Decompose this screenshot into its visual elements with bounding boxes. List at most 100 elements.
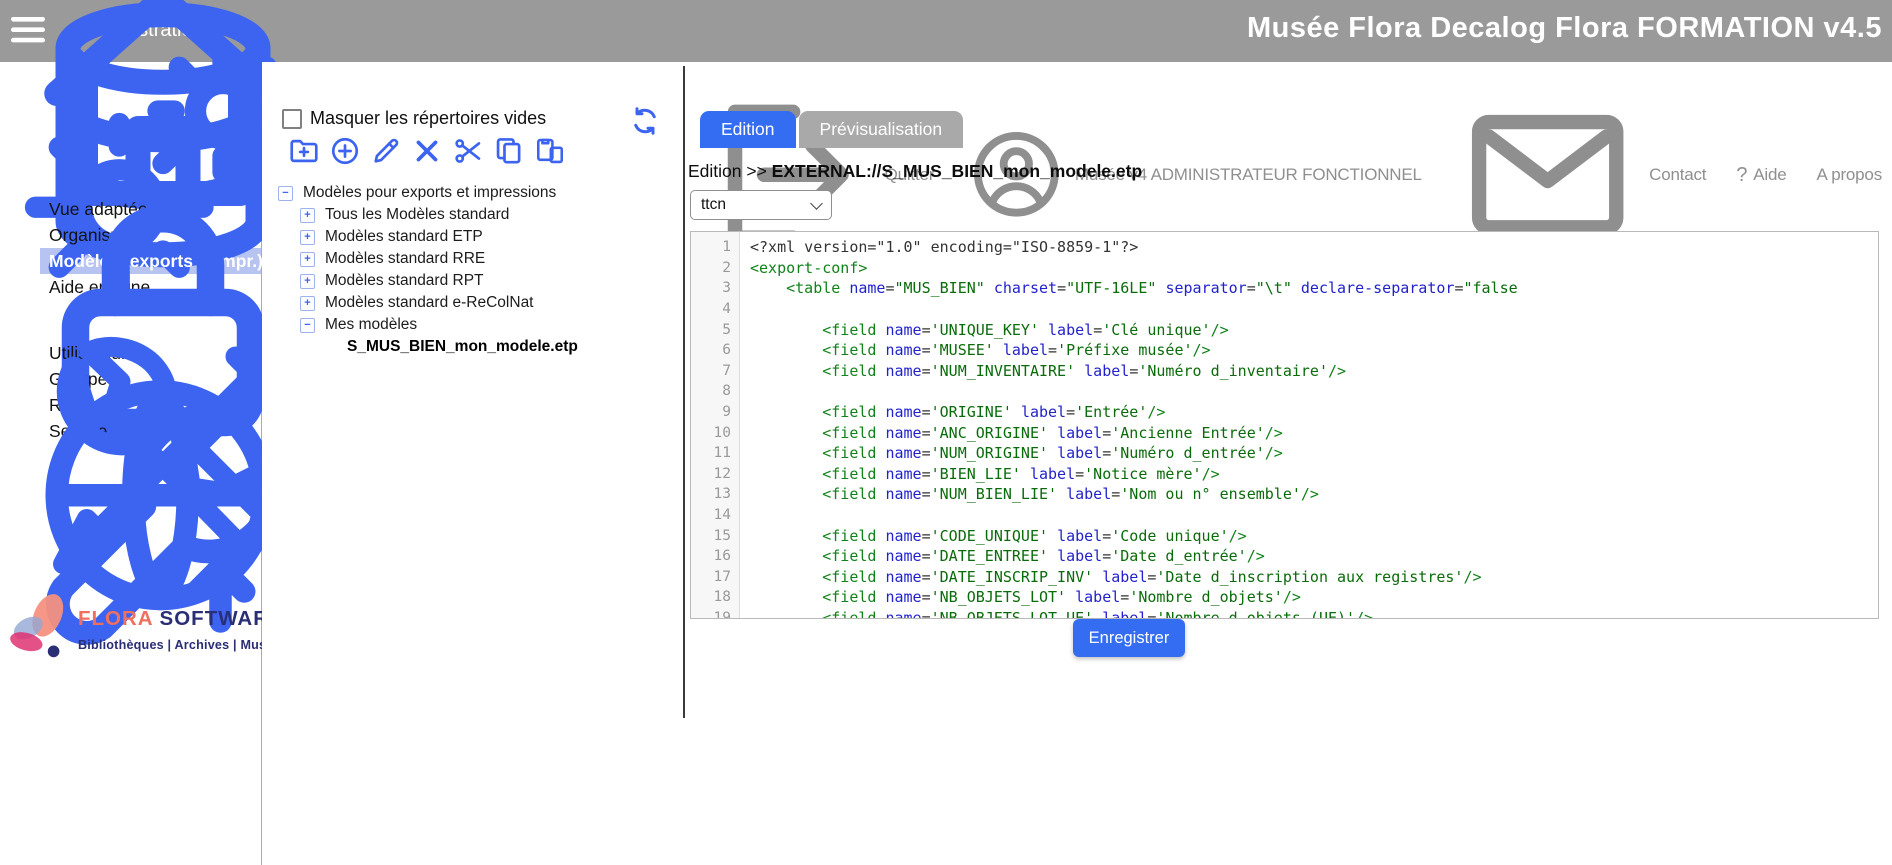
line-number: 7 (691, 363, 740, 379)
tree-item[interactable]: Modèles standard RRE (278, 248, 679, 270)
editor-panel: Quitter Musée v4 ADMINISTRATEUR FONCTION… (685, 62, 1892, 865)
edit-button[interactable] (370, 136, 402, 168)
line-number: 15 (691, 528, 740, 544)
add-item-button[interactable] (329, 136, 361, 168)
code-text: <field name='NUM_INVENTAIRE' label='Numé… (740, 362, 1346, 380)
brand-primary: FLORA (78, 607, 153, 630)
code-line: 17 <field name='DATE_INSCRIP_INV' label=… (691, 567, 1878, 588)
code-text: <field name='ANC_ORIGINE' label='Ancienn… (740, 424, 1283, 442)
help-icon: ? (1736, 165, 1747, 185)
tree-item[interactable]: Mes modèles (278, 314, 679, 336)
tab-edition[interactable]: Edition (700, 111, 796, 148)
code-line: 14 (691, 505, 1878, 526)
cut-icon (452, 135, 484, 170)
add-folder-button[interactable] (288, 136, 320, 168)
add-item-icon (329, 135, 361, 170)
code-text: <field name='BIEN_LIE' label='Notice mèr… (740, 465, 1220, 483)
code-line: 9 <field name='ORIGINE' label='Entrée'/> (691, 402, 1878, 423)
hide-empty-label: Masquer les répertoires vides (310, 108, 546, 129)
tree-item[interactable]: Modèles standard e-ReColNat (278, 292, 679, 314)
tree-item-label: Mes modèles (325, 316, 417, 334)
paste-icon (534, 135, 566, 170)
save-button[interactable]: Enregistrer (1073, 619, 1185, 657)
tree-expander[interactable] (300, 252, 315, 267)
code-line: 2 <export-conf> (691, 258, 1878, 279)
code-text: <field name='MUSEE' label='Préfixe musée… (740, 341, 1211, 359)
code-text: <field name='NUM_BIEN_LIE' label='Nom ou… (740, 485, 1319, 503)
tree-item[interactable]: Tous les Modèles standard (278, 204, 679, 226)
code-line: 15 <field name='CODE_UNIQUE' label='Code… (691, 525, 1878, 546)
sidebar: Général Données Pa (0, 62, 262, 865)
line-number: 6 (691, 342, 740, 358)
delete-button[interactable] (411, 136, 443, 168)
flora-logo: FLORA SOFTWARE Bibliothèques | Archives … (2, 590, 288, 668)
code-line: 19 <field name='NB_OBJETS_LOT_UE' label=… (691, 608, 1878, 619)
line-number: 11 (691, 445, 740, 461)
line-number: 2 (691, 260, 740, 276)
code-line: 12 <field name='BIEN_LIE' label='Notice … (691, 464, 1878, 485)
tree-item-label: Modèles standard RRE (325, 250, 485, 268)
paste-button[interactable] (534, 136, 566, 168)
line-number: 10 (691, 425, 740, 441)
cut-button[interactable] (452, 136, 484, 168)
code-line: 8 (691, 381, 1878, 402)
session-link-label: A propos (1816, 165, 1882, 185)
breadcrumb: Edition >> EXTERNAL://S_MUS_BIEN_mon_mod… (688, 161, 1142, 182)
tree-item-label: Tous les Modèles standard (325, 206, 509, 224)
code-line: 16 <field name='DATE_ENTREE' label='Date… (691, 546, 1878, 567)
tree-item[interactable]: Modèles standard RPT (278, 270, 679, 292)
line-number: 4 (691, 301, 740, 317)
line-number: 12 (691, 466, 740, 482)
code-lines: 1 <?xml version="1.0" encoding="ISO-8859… (691, 232, 1878, 619)
tree-expander[interactable] (300, 208, 315, 223)
hide-empty-row: Masquer les répertoires vides (282, 108, 546, 129)
copy-button[interactable] (493, 136, 525, 168)
tree-item[interactable]: Modèles pour exports et impressions (278, 182, 679, 204)
format-select[interactable]: ttcn (690, 190, 832, 220)
add-folder-icon (288, 135, 320, 170)
code-text: <field name='NUM_ORIGINE' label='Numéro … (740, 444, 1283, 462)
refresh-icon[interactable] (630, 106, 660, 136)
tree-expander[interactable] (300, 274, 315, 289)
code-editor[interactable]: 1 <?xml version="1.0" encoding="ISO-8859… (690, 231, 1879, 619)
hide-empty-checkbox[interactable] (282, 109, 302, 129)
tab-previsualisation[interactable]: Prévisualisation (799, 111, 964, 148)
code-text: <export-conf> (740, 259, 867, 277)
sidebar-section: Utilitaires (0, 524, 261, 564)
line-number: 13 (691, 486, 740, 502)
line-number: 18 (691, 589, 740, 605)
code-text: <field name='CODE_UNIQUE' label='Code un… (740, 527, 1247, 545)
copy-icon (493, 135, 525, 170)
sidebar-section-header[interactable]: Utilitaires (0, 524, 261, 564)
format-select-value: ttcn (701, 196, 726, 214)
tree-expander[interactable] (300, 318, 315, 333)
delete-icon (411, 135, 443, 170)
line-number: 16 (691, 548, 740, 564)
apropos-link[interactable]: A propos (1816, 165, 1882, 185)
brand-tagline: Bibliothèques | Archives | Musées (78, 638, 288, 652)
tree-item[interactable]: S_MUS_BIEN_mon_modele.etp (278, 336, 679, 358)
code-text: <field name='DATE_ENTREE' label='Date d_… (740, 547, 1265, 565)
aide-link[interactable]: ? Aide (1736, 165, 1786, 185)
flora-flower-icon (2, 590, 76, 668)
tree-item-label: S_MUS_BIEN_mon_modele.etp (347, 338, 578, 356)
line-number: 9 (691, 404, 740, 420)
tree-item[interactable]: Modèles standard ETP (278, 226, 679, 248)
app-title: Musée Flora Decalog Flora FORMATION v4.5 (1247, 12, 1882, 45)
tree-expander[interactable] (278, 186, 293, 201)
code-text: <table name="MUS_BIEN" charset="UTF-16LE… (740, 279, 1518, 297)
session-link-label: Contact (1649, 165, 1706, 185)
line-number: 14 (691, 507, 740, 523)
code-line: 1 <?xml version="1.0" encoding="ISO-8859… (691, 237, 1878, 258)
tree-expander[interactable] (300, 296, 315, 311)
tree-expander[interactable] (300, 230, 315, 245)
code-line: 6 <field name='MUSEE' label='Préfixe mus… (691, 340, 1878, 361)
code-text: <field name='NB_OBJETS_LOT_UE' label='No… (740, 609, 1373, 619)
code-text: <field name='UNIQUE_KEY' label='Clé uniq… (740, 321, 1229, 339)
editor-tabs: EditionPrévisualisation (700, 111, 963, 148)
sidebar-menu: Général Données Pa (0, 62, 261, 564)
breadcrumb-prefix: Edition >> (688, 161, 772, 181)
line-number: 5 (691, 322, 740, 338)
line-number: 8 (691, 383, 740, 399)
code-text: <field name='NB_OBJETS_LOT' label='Nombr… (740, 588, 1301, 606)
